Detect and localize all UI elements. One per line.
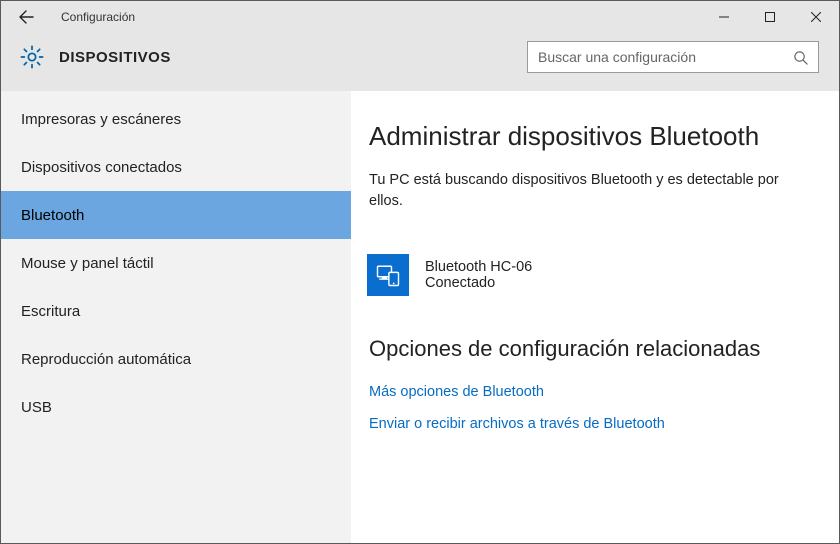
gear-icon [19,44,45,70]
sidebar-item-connected-devices[interactable]: Dispositivos conectados [1,143,351,191]
back-button[interactable] [11,2,41,32]
sidebar-item-label: Impresoras y escáneres [21,111,181,128]
sidebar-item-usb[interactable]: USB [1,383,351,431]
sidebar-item-label: USB [21,399,52,416]
maximize-button[interactable] [747,2,793,32]
maximize-icon [765,12,775,22]
back-arrow-icon [18,9,34,25]
sidebar-item-label: Mouse y panel táctil [21,255,154,272]
link-send-receive-files[interactable]: Enviar o recibir archivos a través de Bl… [369,416,809,432]
minimize-button[interactable] [701,2,747,32]
window-title: Configuración [61,10,135,24]
search-field[interactable] [527,41,819,73]
device-status: Conectado [425,275,532,291]
sidebar-item-printers[interactable]: Impresoras y escáneres [1,95,351,143]
device-item[interactable]: Bluetooth HC-06 Conectado [367,254,809,296]
body: Impresoras y escáneres Dispositivos cone… [1,91,839,543]
section-title: DISPOSITIVOS [59,49,171,66]
minimize-icon [719,12,729,22]
header: DISPOSITIVOS [1,33,839,91]
sidebar-item-label: Bluetooth [21,207,84,224]
sidebar-item-bluetooth[interactable]: Bluetooth [1,191,351,239]
content-pane: Administrar dispositivos Bluetooth Tu PC… [351,91,839,543]
sidebar-item-typing[interactable]: Escritura [1,287,351,335]
status-text: Tu PC está buscando dispositivos Bluetoo… [369,170,809,212]
sidebar-item-autoplay[interactable]: Reproducción automática [1,335,351,383]
link-more-bluetooth-options[interactable]: Más opciones de Bluetooth [369,384,809,400]
sidebar-item-label: Reproducción automática [21,351,191,368]
sidebar-item-label: Dispositivos conectados [21,159,182,176]
close-icon [811,12,821,22]
titlebar: Configuración [1,1,839,33]
close-button[interactable] [793,2,839,32]
page-heading: Administrar dispositivos Bluetooth [369,121,809,152]
device-text: Bluetooth HC-06 Conectado [425,259,532,291]
search-icon[interactable] [793,50,808,65]
window-controls [701,2,839,32]
device-name: Bluetooth HC-06 [425,259,532,275]
sidebar-item-label: Escritura [21,303,80,320]
settings-window: Configuración DISPOSITIVOS [0,0,840,544]
search-input[interactable] [538,49,793,65]
sidebar-item-mouse-touchpad[interactable]: Mouse y panel táctil [1,239,351,287]
sidebar: Impresoras y escáneres Dispositivos cone… [1,91,351,543]
related-heading: Opciones de configuración relacionadas [369,336,809,362]
device-icon [367,254,409,296]
